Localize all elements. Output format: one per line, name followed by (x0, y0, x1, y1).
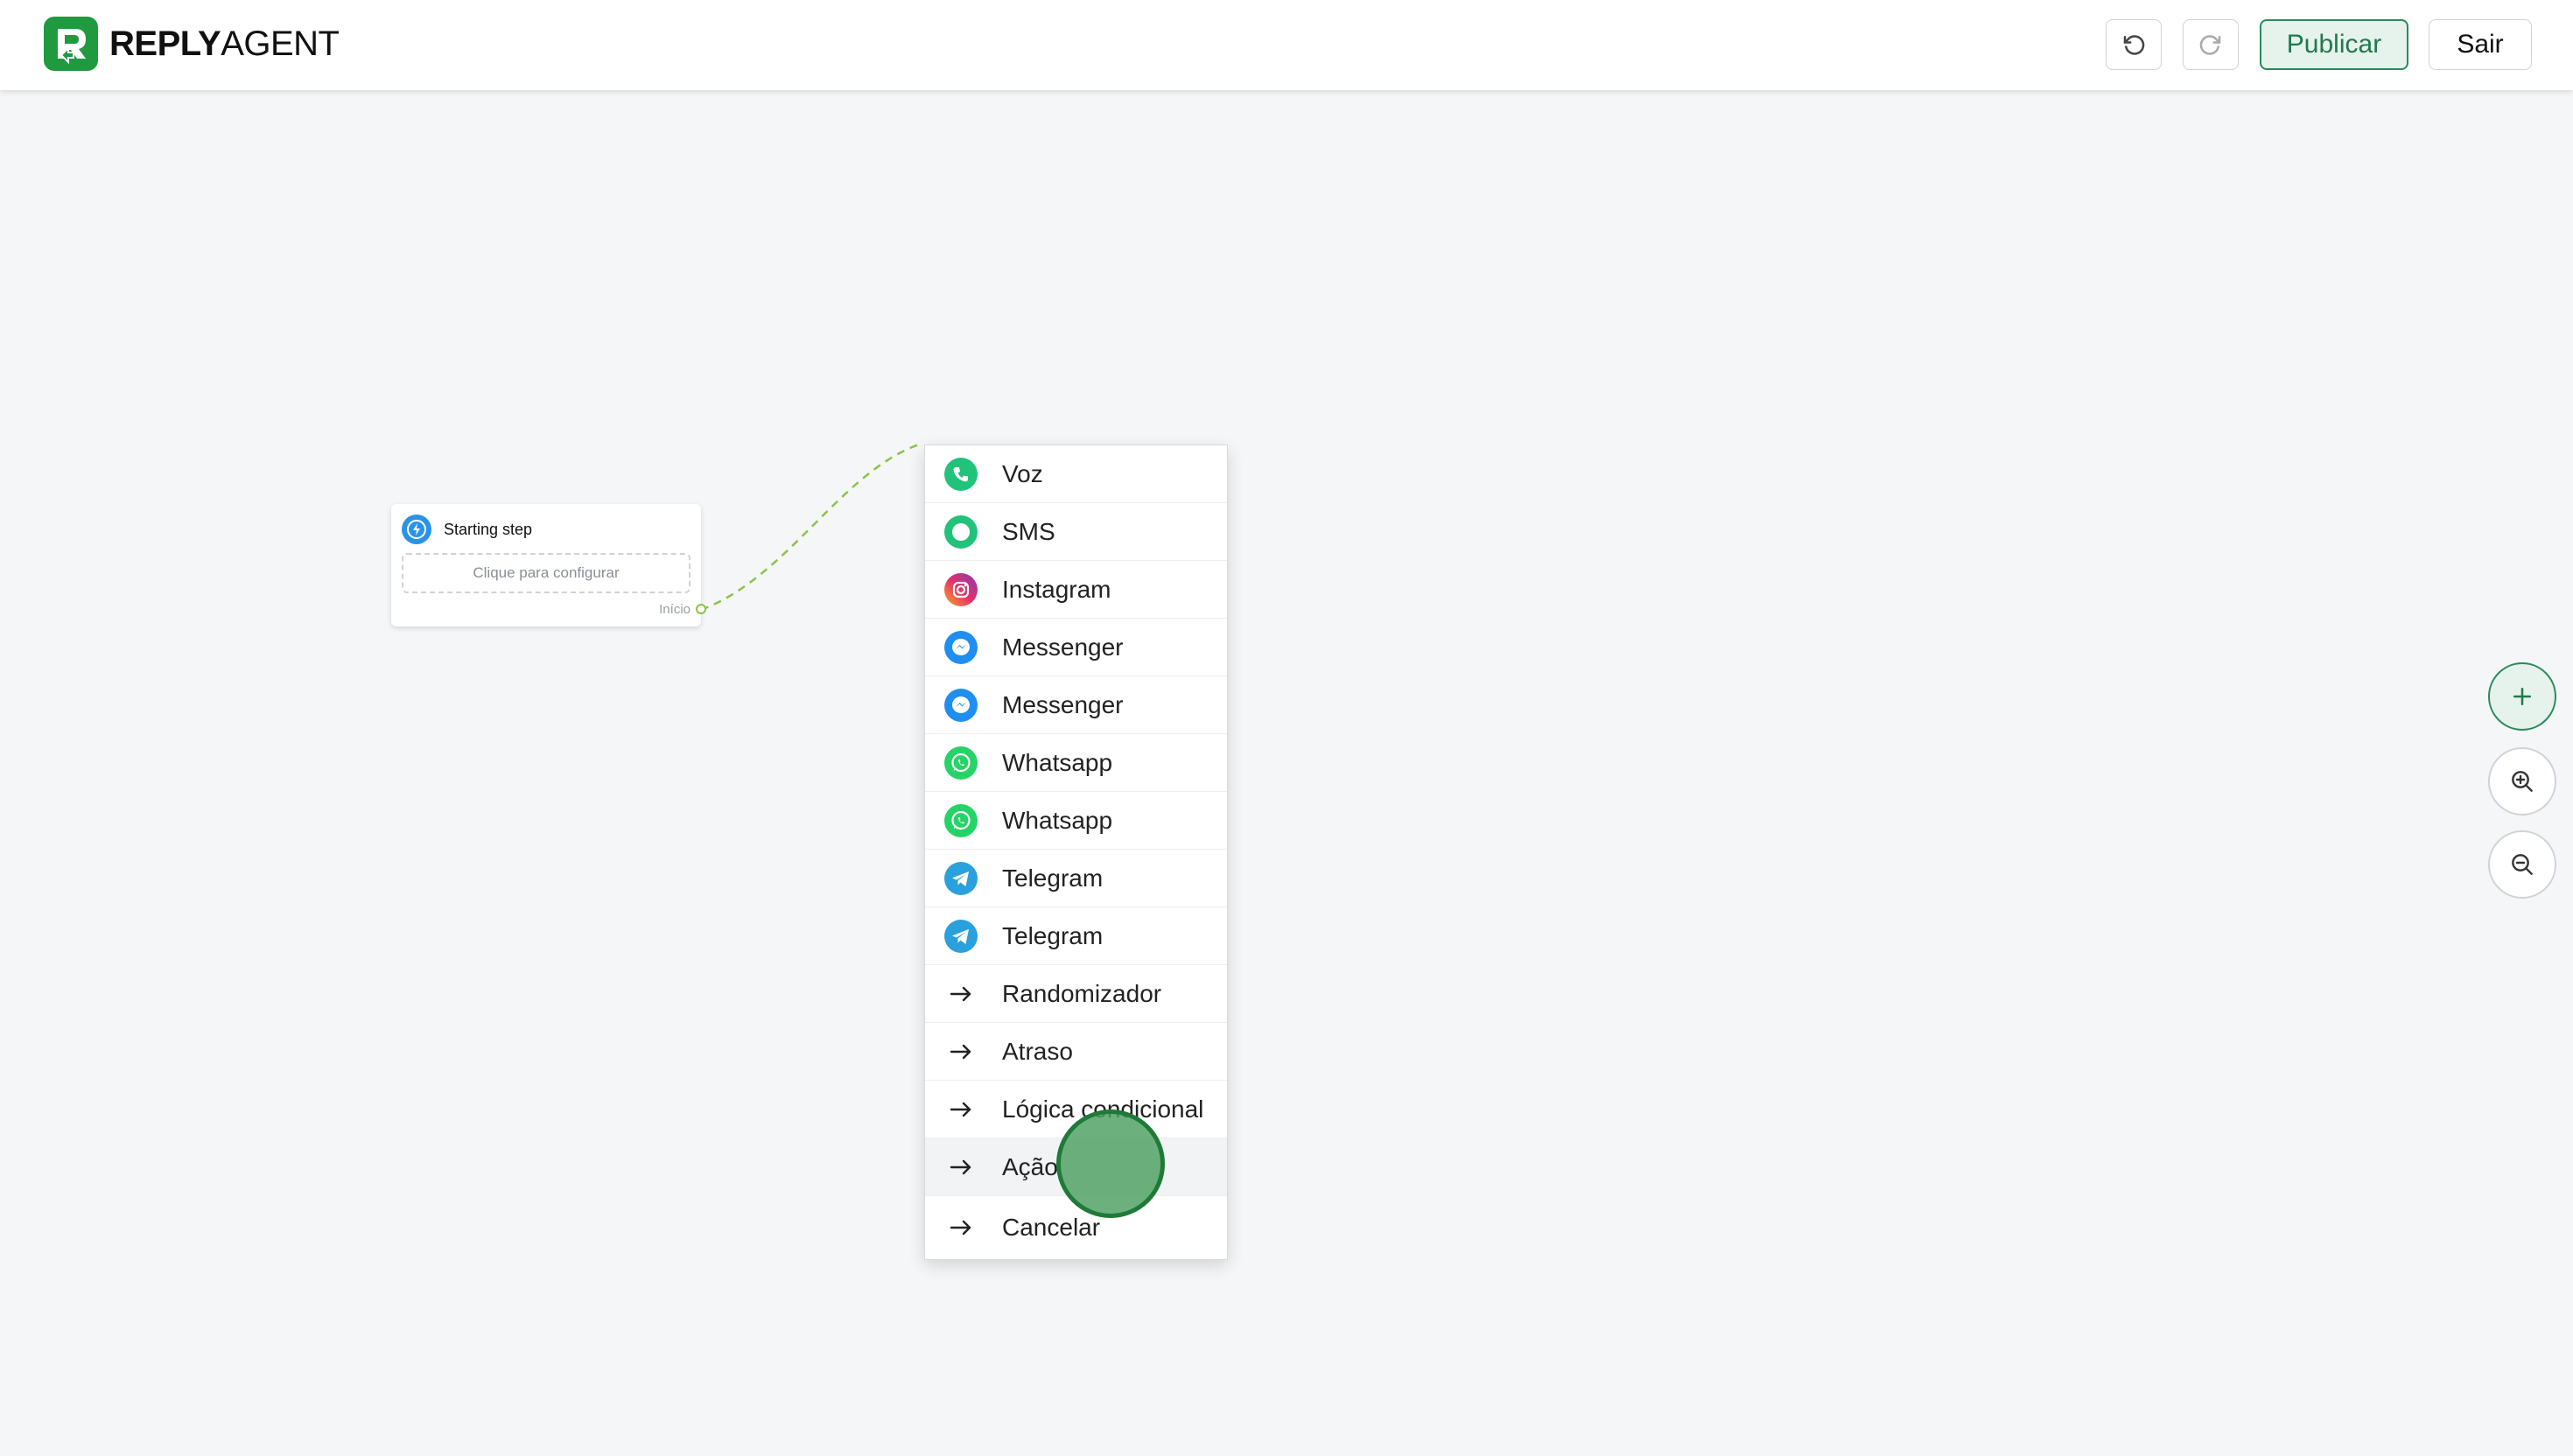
arrow-right-icon (950, 1044, 971, 1060)
menu-item-sms[interactable]: SMS (925, 503, 1227, 561)
menu-item-telegram[interactable]: Telegram (925, 850, 1227, 907)
menu-item-label: Whatsapp (1002, 807, 1113, 834)
menu-item-label: Telegram (1002, 864, 1104, 892)
messenger-icon (944, 689, 978, 722)
menu-item-label: Messenger (1002, 691, 1124, 718)
menu-item-label: Voz (1002, 460, 1043, 487)
menu-item-label: Whatsapp (1002, 749, 1113, 776)
phone-icon (944, 458, 978, 491)
zoom-in-button[interactable] (2488, 747, 2556, 816)
add-node-button[interactable] (2488, 662, 2556, 731)
menu-item-messenger[interactable]: Messenger (925, 619, 1227, 676)
plus-icon (2513, 688, 2531, 705)
menu-item-label: SMS (1002, 518, 1055, 545)
output-label: Início (659, 602, 691, 617)
menu-item-label: Ação (1002, 1153, 1058, 1180)
zoom-out-button[interactable] (2488, 830, 2556, 899)
menu-item-label: Instagram (1002, 576, 1111, 603)
menu-item-label: Telegram (1002, 922, 1104, 949)
zoom-out-icon (2512, 854, 2533, 875)
connection-edge (700, 443, 920, 612)
menu-item-instagram[interactable]: Instagram (925, 561, 1227, 619)
menu-item-randomizador[interactable]: Randomizador (925, 965, 1227, 1023)
configure-placeholder[interactable]: Clique para configurar (402, 553, 691, 593)
starting-step-header: Starting step (402, 514, 532, 544)
menu-item-voz[interactable]: Voz (925, 445, 1227, 503)
whatsapp-icon (944, 746, 978, 780)
sms-icon (944, 515, 978, 549)
arrow-right-icon (950, 1220, 971, 1236)
arrow-right-icon (950, 1102, 971, 1117)
arrow-right-icon (950, 986, 971, 1002)
lightning-icon (402, 514, 431, 544)
starting-step-node[interactable]: Starting step Clique para configurar Iní… (391, 504, 701, 626)
zoom-in-icon (2512, 771, 2533, 792)
telegram-icon (944, 920, 978, 953)
menu-item-whatsapp[interactable]: Whatsapp (925, 792, 1227, 850)
arrow-right-icon (950, 1159, 971, 1175)
output-port[interactable] (696, 604, 706, 614)
menu-item-messenger[interactable]: Messenger (925, 676, 1227, 734)
menu-item-whatsapp[interactable]: Whatsapp (925, 734, 1227, 792)
menu-item-label: Messenger (1002, 634, 1124, 661)
menu-item-label: Randomizador (1002, 980, 1162, 1007)
menu-item-atraso[interactable]: Atraso (925, 1023, 1227, 1081)
starting-step-title: Starting step (444, 520, 533, 538)
messenger-icon (944, 631, 978, 664)
telegram-icon (944, 862, 978, 895)
click-indicator (1056, 1110, 1165, 1218)
instagram-icon (944, 573, 978, 606)
menu-item-telegram[interactable]: Telegram (925, 907, 1227, 965)
menu-item-label: Atraso (1002, 1038, 1073, 1065)
whatsapp-icon (944, 804, 978, 837)
